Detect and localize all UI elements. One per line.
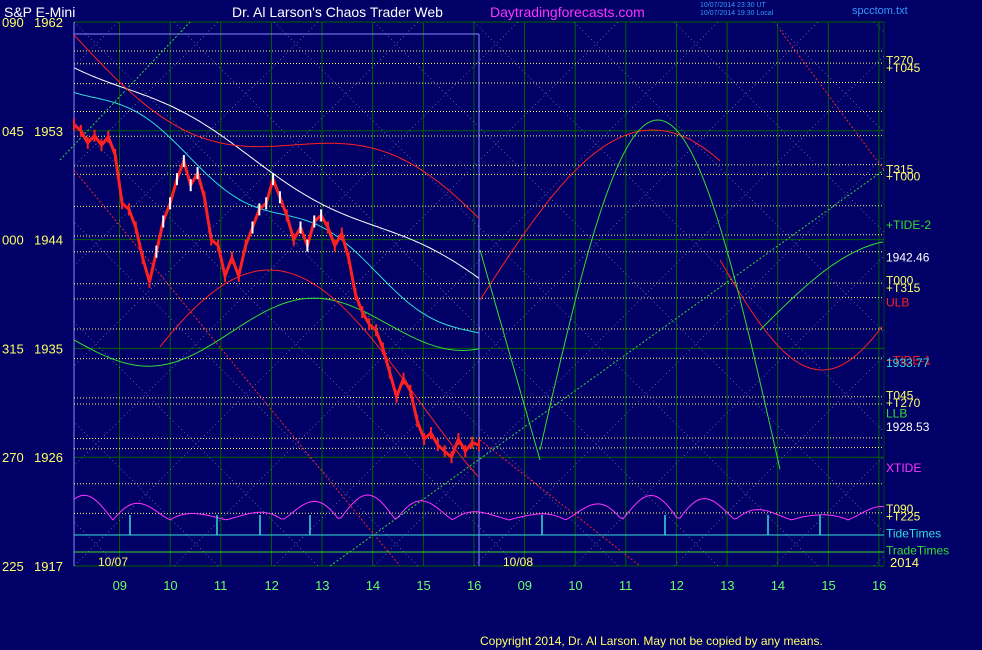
x-hour-label: 16: [872, 578, 886, 593]
right-label: +T045: [886, 61, 921, 75]
x-hour-label: 12: [264, 578, 278, 593]
x-hour-label: 13: [720, 578, 734, 593]
right-label: +T225: [886, 509, 921, 523]
right-label: 1933.77: [886, 356, 930, 370]
right-label: 1942.46: [886, 251, 930, 265]
y-tick-price: 1917: [34, 559, 63, 574]
header-timestamp-local: 10/07/2014 19:30 Local: [700, 10, 774, 17]
y-tick-price: 1926: [34, 450, 63, 465]
right-label: TideTimes: [886, 526, 941, 540]
right-label: XTIDE: [886, 461, 921, 475]
x-hour-label: 14: [366, 578, 380, 593]
y-tick-price: 1935: [34, 341, 63, 356]
right-label: +TIDE-2: [886, 218, 931, 232]
y-tick-angle: 225: [2, 559, 24, 574]
x-day-label: 10/08: [503, 555, 533, 569]
x-hour-label: 15: [821, 578, 835, 593]
x-hour-label: 11: [214, 578, 228, 593]
x-hour-label: 13: [315, 578, 329, 593]
x-hour-label: 09: [113, 578, 127, 593]
y-tick-angle: 090: [2, 15, 24, 30]
right-label: LLB: [886, 407, 907, 421]
y-tick-angle: 000: [2, 233, 24, 248]
header-site[interactable]: Daytradingforecasts.com: [490, 4, 645, 20]
right-label: +T000: [886, 170, 921, 184]
x-hour-label: 15: [416, 578, 430, 593]
header-title: Dr. Al Larson's Chaos Trader Web: [232, 4, 443, 20]
header-file: spcctom.txt: [852, 5, 908, 17]
y-tick-angle: 315: [2, 341, 24, 356]
right-label: +T315: [886, 281, 921, 295]
right-label: TradeTimes: [886, 543, 949, 557]
x-day-label: 10/07: [98, 555, 128, 569]
y-tick-angle: 045: [2, 124, 24, 139]
footer-copyright: Copyright 2014, Dr. Al Larson. May not b…: [480, 634, 823, 648]
x-hour-label: 12: [669, 578, 683, 593]
x-hour-label: 10: [568, 578, 582, 593]
y-tick-angle: 270: [2, 450, 24, 465]
header-timestamp-ut: 10/07/2014 23:30 UT: [700, 2, 766, 9]
x-hour-label: 11: [619, 578, 633, 593]
x-hour-label: 16: [467, 578, 481, 593]
chart: S&P E-Mini Dr. Al Larson's Chaos Trader …: [0, 0, 982, 650]
y-tick-price: 1962: [34, 15, 63, 30]
y-tick-price: 1944: [34, 233, 63, 248]
y-tick-price: 1953: [34, 124, 63, 139]
x-hour-label: 09: [518, 578, 532, 593]
right-label: ULB: [886, 295, 909, 309]
x-hour-label: 14: [771, 578, 785, 593]
x-hour-label: 10: [163, 578, 177, 593]
right-label: 1928.53: [886, 420, 930, 434]
